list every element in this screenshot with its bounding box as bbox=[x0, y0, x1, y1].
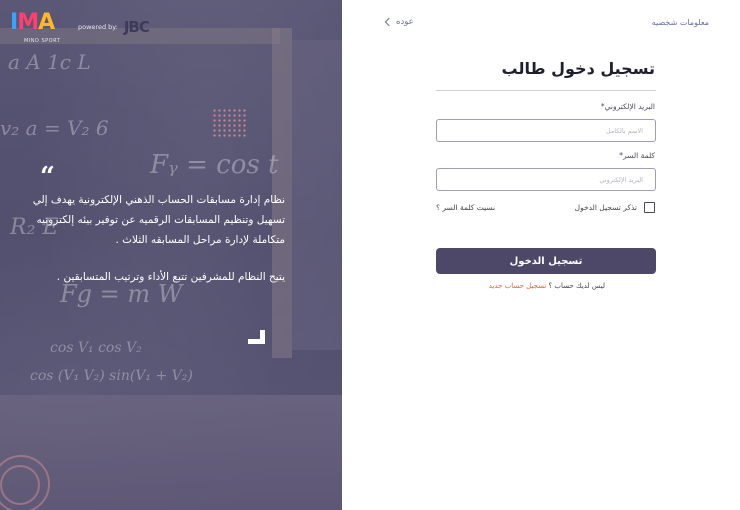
remember-checkbox[interactable] bbox=[644, 202, 655, 213]
register-link[interactable]: تسجيل حساب جديد bbox=[489, 282, 547, 290]
chalk-formula: Fᵧ = cos t bbox=[150, 150, 279, 180]
hero-paragraph: نظام إدارة مسابقات الحساب الذهني الإلكتر… bbox=[32, 194, 285, 246]
hero-paragraph: يتيح النظام للمشرفين تتبع الأداء وترتيب … bbox=[56, 271, 285, 283]
title-divider bbox=[436, 90, 656, 91]
email-label: البريد الإلكتروني* bbox=[600, 102, 655, 111]
forgot-password-link[interactable]: نسيت كلمة السر ؟ bbox=[436, 203, 495, 212]
chevron-left-icon bbox=[384, 17, 394, 27]
logo-letter: M bbox=[17, 10, 39, 35]
hero-panel: a A 1c L v₂ a = V₂ 6 Fᵧ = cos t R₂ E Fg … bbox=[0, 0, 342, 510]
page-title: تسجيل دخول طالب bbox=[501, 59, 655, 78]
logo-letter: A bbox=[38, 10, 55, 35]
signup-prompt: ليس لديك حساب ؟ تسجيل حساب جديد bbox=[489, 282, 605, 290]
email-field[interactable] bbox=[436, 119, 656, 142]
back-button[interactable]: عوده bbox=[384, 17, 414, 27]
partner-logo: JBC bbox=[123, 18, 150, 36]
remember-me-toggle[interactable]: تذكر تسجيل الدخول bbox=[575, 202, 655, 213]
login-panel: معلومات شخصيه عوده تسجيل دخول طالب البري… bbox=[342, 0, 740, 510]
dot-pattern bbox=[212, 108, 246, 138]
classroom-wall bbox=[292, 40, 342, 350]
chalk-formula: cos V₁ cos V₂ bbox=[50, 340, 142, 356]
password-field[interactable] bbox=[436, 168, 656, 191]
chalk-formula: v₂ a = V₂ 6 bbox=[0, 116, 109, 140]
open-quote-icon: “ bbox=[40, 162, 55, 192]
powered-by-label: powered by: bbox=[78, 23, 118, 31]
chalk-formula: a A 1c L bbox=[8, 50, 91, 74]
logo-subtitle: MIND SPORT bbox=[24, 38, 61, 44]
back-label: عوده bbox=[396, 17, 414, 27]
personal-info-link[interactable]: معلومات شخصيه bbox=[652, 18, 709, 27]
no-account-text: ليس لديك حساب ؟ bbox=[548, 282, 605, 290]
remember-label: تذكر تسجيل الدخول bbox=[574, 203, 637, 212]
password-label: كلمة السر* bbox=[619, 151, 655, 160]
decor-circle bbox=[0, 465, 40, 505]
brand-logos: IMA MIND SPORT powered by: JBC bbox=[10, 10, 150, 44]
mindsport-logo: IMA MIND SPORT bbox=[10, 10, 66, 44]
chalk-formula: cos (V₁ V₂) sin(V₁ + V₂) bbox=[30, 368, 193, 384]
close-quote-icon bbox=[248, 330, 265, 344]
hero-description: نظام إدارة مسابقات الحساب الذهني الإلكتر… bbox=[25, 190, 285, 287]
desk-area bbox=[0, 395, 342, 510]
login-button[interactable]: تسجيل الدخول bbox=[436, 248, 656, 274]
